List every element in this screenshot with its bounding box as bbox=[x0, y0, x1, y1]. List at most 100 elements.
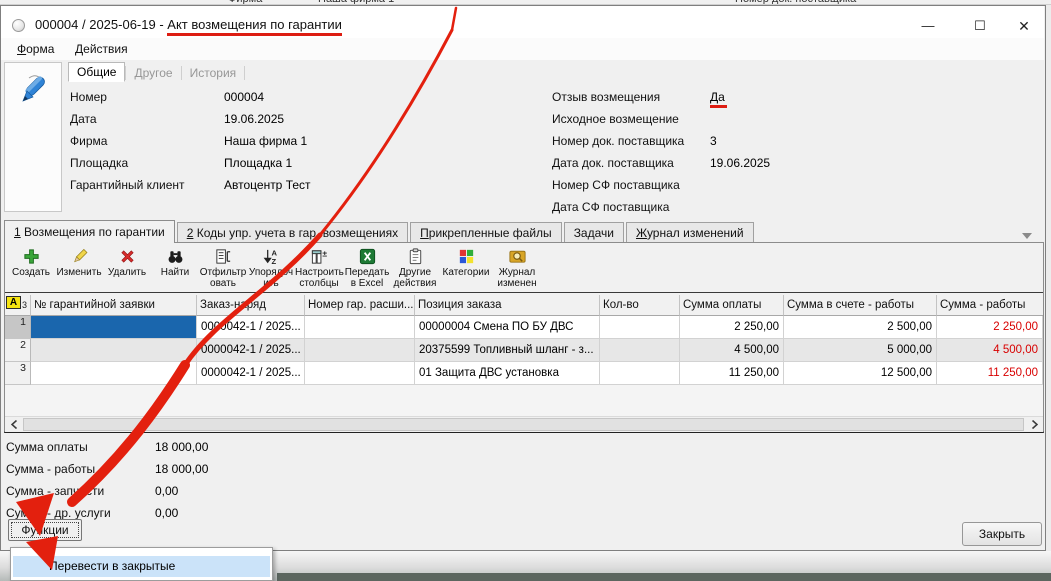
table-cell[interactable] bbox=[600, 362, 680, 385]
table-cell[interactable] bbox=[31, 339, 197, 362]
tab-zhurnal-izmeneniy[interactable]: Журнал изменений bbox=[625, 222, 754, 243]
field-value-nomer[interactable]: 000004 bbox=[224, 90, 264, 104]
col-header-ext[interactable]: Номер гар. расши... bbox=[305, 295, 415, 316]
grid-page: Создать Изменить Удалить Найти Отфильтр о… bbox=[4, 242, 1044, 433]
field-value-otzyv[interactable]: Да bbox=[710, 90, 727, 108]
table-cell[interactable]: 0000042-1 / 2025... bbox=[197, 339, 305, 362]
field-value-nomer-dok[interactable]: 3 bbox=[710, 134, 717, 148]
table-cell[interactable]: 2 250,00 bbox=[937, 316, 1043, 339]
row-count: 3 bbox=[21, 300, 27, 310]
field-label-garantiyny-klient: Гарантийный клиент bbox=[70, 178, 185, 192]
titlebar[interactable]: 000004 / 2025-06-19 - Акт возмещения по … bbox=[1, 6, 1044, 38]
table-cell[interactable]: 11 250,00 bbox=[937, 362, 1043, 385]
svg-text:Z: Z bbox=[271, 257, 276, 266]
table-cell[interactable]: 2 250,00 bbox=[680, 316, 784, 339]
configure-columns-button[interactable]: ± Настроить столбцы bbox=[295, 246, 344, 290]
row-number[interactable]: 1 bbox=[5, 316, 31, 339]
find-button[interactable]: Найти bbox=[151, 246, 199, 278]
column-presentation-badge[interactable]: A bbox=[6, 296, 21, 309]
categories-button[interactable]: Категории bbox=[439, 246, 493, 278]
journal-search-icon bbox=[508, 250, 526, 263]
table-cell[interactable]: 11 250,00 bbox=[680, 362, 784, 385]
plus-icon bbox=[23, 249, 39, 264]
row-number[interactable]: 2 bbox=[5, 339, 31, 362]
export-excel-button[interactable]: Передать в Excel bbox=[343, 246, 391, 289]
edit-mode-panel bbox=[4, 62, 62, 212]
minimize-button[interactable]: — bbox=[909, 14, 947, 38]
col-header-pay[interactable]: Сумма оплаты bbox=[680, 295, 784, 316]
menu-deystviya[interactable]: Действия bbox=[71, 41, 132, 57]
tab-obshchie[interactable]: Общие bbox=[68, 62, 126, 82]
table-cell[interactable]: 01 Защита ДВС установка bbox=[415, 362, 600, 385]
sort-button[interactable]: AZ Упорядоч ить bbox=[247, 246, 295, 289]
field-value-garantiyny-klient[interactable]: Автоцентр Тест bbox=[224, 178, 311, 192]
table-cell[interactable] bbox=[31, 362, 197, 385]
table-cell[interactable] bbox=[600, 339, 680, 362]
table-cell[interactable]: 4 500,00 bbox=[680, 339, 784, 362]
tab-vozmeshcheniya[interactable]: 1 Возмещения по гарантии bbox=[4, 220, 175, 243]
table-cell-selected[interactable] bbox=[31, 316, 197, 339]
menu-forma[interactable]: Форма bbox=[13, 41, 58, 57]
col-header-claim[interactable]: № гарантийной заявки bbox=[31, 295, 197, 316]
col-header-invoice-works[interactable]: Сумма в счете - работы bbox=[784, 295, 937, 316]
field-value-firma[interactable]: Наша фирма 1 bbox=[224, 134, 307, 148]
binoculars-icon bbox=[168, 251, 182, 263]
field-value-data[interactable]: 19.06.2025 bbox=[224, 112, 284, 126]
document-status-icon bbox=[12, 19, 25, 32]
field-label-nomer-dok: Номер док. поставщика bbox=[552, 134, 685, 148]
table-empty-area bbox=[5, 385, 1043, 416]
table-corner-cell[interactable]: A 3 bbox=[5, 295, 31, 316]
table-cell[interactable]: 20375599 Топливный шланг - з... bbox=[415, 339, 600, 362]
table-cell[interactable] bbox=[600, 316, 680, 339]
table-cell[interactable] bbox=[305, 339, 415, 362]
functions-button[interactable]: Функции bbox=[8, 519, 82, 541]
field-label-data-sf: Дата СФ поставщика bbox=[552, 200, 670, 214]
table-cell[interactable]: 00000004 Смена ПО БУ ДВС bbox=[415, 316, 600, 339]
tab-drugoe[interactable]: Другое bbox=[126, 64, 180, 82]
tab-prikreplennye-fayly[interactable]: Прикрепленные файлы bbox=[410, 222, 562, 243]
field-label-iskhodnoe: Исходное возмещение bbox=[552, 112, 679, 126]
table-cell[interactable] bbox=[305, 316, 415, 339]
close-icon[interactable]: ✕ bbox=[1005, 14, 1043, 38]
tab-kody-upr-ucheta[interactable]: 2 Коды упр. учета в гар. возмещениях bbox=[176, 222, 409, 243]
table-cell[interactable]: 4 500,00 bbox=[937, 339, 1043, 362]
scrollbar-thumb[interactable] bbox=[23, 418, 1024, 431]
filter-icon bbox=[215, 249, 230, 264]
filter-button[interactable]: Отфильтр овать bbox=[199, 246, 247, 289]
red-x-icon bbox=[120, 250, 134, 263]
menu-item-perevesti-v-zakrytye[interactable]: Перевести в закрытые bbox=[13, 556, 270, 577]
summary-value-parts: 0,00 bbox=[155, 484, 179, 498]
table-cell[interactable]: 0000042-1 / 2025... bbox=[197, 362, 305, 385]
warranty-lines-table: A 3 № гарантийной заявки Заказ-наряд Ном… bbox=[5, 295, 1043, 385]
svg-text:±: ± bbox=[322, 249, 327, 259]
other-actions-button[interactable]: Другие действия bbox=[391, 246, 439, 289]
col-header-works[interactable]: Сумма - работы bbox=[937, 295, 1043, 316]
close-button[interactable]: Закрыть bbox=[962, 522, 1042, 546]
edit-button[interactable]: Изменить bbox=[55, 246, 103, 278]
col-header-qty[interactable]: Кол-во bbox=[600, 295, 680, 316]
field-value-ploshchadka[interactable]: Площадка 1 bbox=[224, 156, 292, 170]
field-value-data-dok[interactable]: 19.06.2025 bbox=[710, 156, 770, 170]
pencil-icon bbox=[73, 248, 87, 263]
table-cell[interactable] bbox=[305, 362, 415, 385]
table-cell[interactable]: 12 500,00 bbox=[784, 362, 937, 385]
col-header-order[interactable]: Заказ-наряд bbox=[197, 295, 305, 316]
scroll-right-arrow-icon[interactable] bbox=[1026, 417, 1043, 432]
tab-zadachi[interactable]: Задачи bbox=[563, 222, 624, 243]
summary-label-pay: Сумма оплаты bbox=[6, 440, 88, 454]
create-button[interactable]: Создать bbox=[7, 246, 55, 278]
horizontal-scrollbar[interactable] bbox=[5, 416, 1043, 432]
scroll-left-arrow-icon[interactable] bbox=[5, 417, 22, 432]
table-cell[interactable]: 5 000,00 bbox=[784, 339, 937, 362]
delete-button[interactable]: Удалить bbox=[103, 246, 151, 278]
row-number[interactable]: 3 bbox=[5, 362, 31, 385]
col-header-position[interactable]: Позиция заказа bbox=[415, 295, 600, 316]
change-log-button[interactable]: Журнализменен ... bbox=[493, 246, 541, 300]
tab-istoriya[interactable]: История bbox=[182, 64, 245, 82]
table-cell[interactable]: 2 500,00 bbox=[784, 316, 937, 339]
maximize-button[interactable]: ☐ bbox=[961, 14, 999, 38]
table-cell[interactable]: 0000042-1 / 2025... bbox=[197, 316, 305, 339]
field-label-firma: Фирма bbox=[70, 134, 108, 148]
excel-icon bbox=[359, 248, 375, 265]
summary-value-works: 18 000,00 bbox=[155, 462, 209, 476]
